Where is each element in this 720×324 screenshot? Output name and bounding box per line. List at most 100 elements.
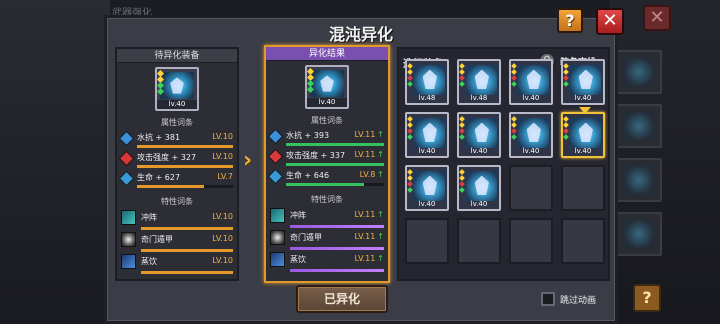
armor-icon — [517, 65, 549, 95]
armor-icon — [569, 65, 601, 95]
dash-icon — [270, 208, 285, 223]
slot-level: lv.40 — [522, 94, 540, 102]
skip-animation-toggle[interactable]: 跳过动画 — [541, 291, 613, 307]
stat-name: 水抗 + 393 — [286, 131, 330, 140]
up-arrow-icon: ↑ — [377, 170, 384, 179]
armor-icon — [121, 232, 136, 247]
armor-icon — [270, 230, 285, 245]
armor-icon — [413, 65, 445, 95]
pending-equipment-panel: 待异化装备 lv.40 属性词条 水抗 + 381 LV.10 攻击强度 + 3… — [115, 47, 239, 281]
trait-level: LV.10 — [212, 256, 233, 265]
armor-icon — [413, 171, 445, 201]
equipment-slot-selected[interactable]: lv.40 — [561, 107, 605, 158]
stat-name: 攻击强度 + 327 — [137, 153, 197, 162]
equipment-slot[interactable]: lv.40 — [457, 112, 501, 158]
trait-row: 冲阵 LV.11 ↑ — [270, 207, 384, 229]
trait-row: 冲阵 LV.10 — [121, 209, 233, 231]
stat-row: 生命 + 646 LV.8 ↑ — [267, 168, 384, 188]
pending-equipment-header: 待异化装备 — [117, 49, 237, 63]
life-icon — [118, 170, 135, 187]
slot-level: lv.48 — [418, 94, 436, 102]
pending-equipment-item[interactable]: lv.40 — [155, 67, 199, 111]
armor-icon — [517, 118, 549, 148]
armor-icon — [569, 118, 601, 148]
armor-icon — [465, 65, 497, 95]
trait-level: LV.10 — [212, 234, 233, 243]
background-gem-slot — [616, 104, 662, 148]
stat-name: 生命 + 646 — [286, 171, 330, 180]
up-arrow-icon: ↑ — [377, 130, 384, 139]
background-help-icon: ? — [633, 284, 661, 312]
trait-name: 冲阵 — [141, 213, 157, 222]
armor-icon — [160, 72, 194, 99]
stat-level: LV.10 — [212, 132, 233, 141]
armor-icon — [413, 118, 445, 148]
mutated-button[interactable]: 已异化 — [296, 285, 388, 313]
attack-icon — [267, 148, 284, 165]
stat-row: 水抗 + 381 LV.10 — [118, 130, 233, 150]
up-arrow-icon: ↑ — [377, 210, 384, 219]
equipment-slot[interactable]: lv.48 — [457, 59, 501, 105]
equipment-slot[interactable]: lv.40 — [405, 112, 449, 158]
armor-icon — [465, 118, 497, 148]
stat-name: 水抗 + 381 — [137, 133, 181, 142]
trait-section-title: 特性词条 — [311, 195, 343, 204]
trait-level: LV.10 — [212, 212, 233, 221]
skip-animation-label: 跳过动画 — [560, 296, 597, 306]
up-arrow-icon: ↑ — [377, 150, 384, 159]
background-feather-slot — [616, 212, 662, 256]
trait-row: 蒸饮 LV.11 ↑ — [270, 251, 384, 273]
equipment-slot[interactable]: lv.40 — [561, 59, 605, 105]
water-shield-icon — [267, 128, 284, 145]
slot-level: lv.40 — [574, 147, 592, 155]
slot-level: lv.40 — [418, 147, 436, 155]
mutation-result-header: 异化结果 — [266, 47, 388, 61]
background-close-icon: ✕ — [643, 5, 671, 31]
result-equipment-item[interactable]: lv.40 — [305, 65, 349, 109]
equipment-slot[interactable] — [457, 218, 501, 264]
trait-name: 奇门遁甲 — [141, 235, 173, 244]
background-sword-slot — [616, 50, 662, 94]
stat-level: LV.7 — [217, 172, 233, 181]
slot-level: lv.40 — [470, 147, 488, 155]
slot-level: lv.40 — [522, 147, 540, 155]
stat-row: 攻击强度 + 337 LV.11 ↑ — [267, 148, 384, 168]
slot-level: lv.48 — [470, 94, 488, 102]
equipment-slot[interactable] — [509, 165, 553, 211]
armor-icon — [310, 70, 344, 97]
stat-name: 攻击强度 + 337 — [286, 151, 346, 160]
trait-name: 蒸饮 — [290, 255, 306, 264]
trait-level: LV.11 ↑ — [354, 232, 384, 241]
trait-level: LV.11 ↑ — [354, 254, 384, 263]
equipment-slot[interactable]: lv.48 — [405, 59, 449, 105]
close-button[interactable]: ✕ — [596, 8, 624, 35]
stat-row: 水抗 + 393 LV.11 ↑ — [267, 128, 384, 148]
equipment-slot[interactable] — [509, 218, 553, 264]
stat-level: LV.11 ↑ — [354, 150, 384, 159]
item-level: lv.40 — [157, 100, 197, 109]
slot-level: lv.40 — [418, 200, 436, 208]
skip-animation-checkbox[interactable] — [541, 292, 555, 306]
stat-row: 攻击强度 + 327 LV.10 — [118, 150, 233, 170]
trait-name: 奇门遁甲 — [290, 233, 322, 242]
equipment-slot[interactable]: lv.40 — [457, 165, 501, 211]
attr-section-title: 属性词条 — [311, 116, 343, 125]
mutation-result-panel: 异化结果 lv.40 属性词条 水抗 + 393 LV.11 ↑ 攻击强度 + 3… — [264, 45, 390, 283]
equipment-slot[interactable]: lv.40 — [405, 165, 449, 211]
trait-row: 奇门遁甲 LV.10 — [121, 231, 233, 253]
drink-icon — [121, 254, 136, 269]
trait-row: 蒸饮 LV.10 — [121, 253, 233, 275]
equipment-slot[interactable]: lv.40 — [509, 112, 553, 158]
equipment-slot[interactable] — [561, 165, 605, 211]
equipment-slot[interactable] — [561, 218, 605, 264]
attack-icon — [118, 150, 135, 167]
equipment-slot[interactable] — [405, 218, 449, 264]
selected-marker-icon — [579, 107, 591, 114]
stat-level: LV.10 — [212, 152, 233, 161]
equipment-slot[interactable]: lv.40 — [509, 59, 553, 105]
trait-row: 奇门遁甲 LV.11 ↑ — [270, 229, 384, 251]
select-equipment-panel: 选择装备 ⚲ 装备查找 lv.48lv.48lv.40lv.40lv.40lv.… — [397, 47, 610, 281]
dialog-title: 混沌异化 — [328, 25, 393, 44]
drink-icon — [270, 252, 285, 267]
help-button[interactable]: ? — [557, 8, 583, 33]
